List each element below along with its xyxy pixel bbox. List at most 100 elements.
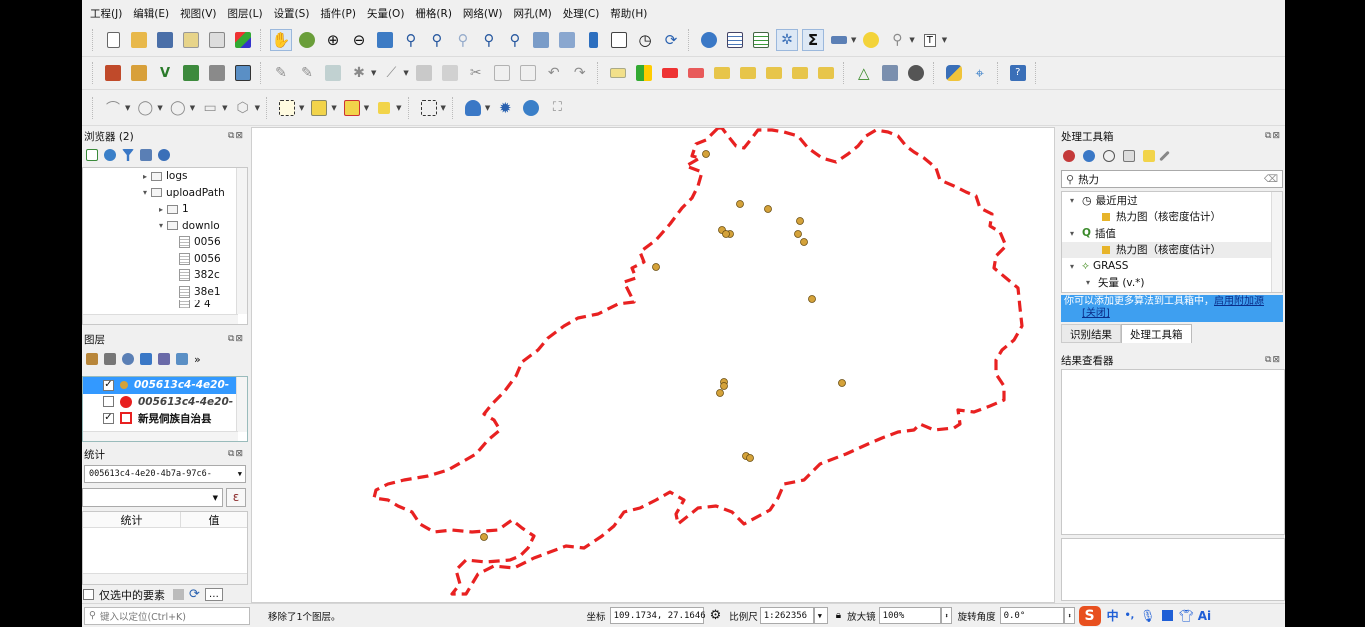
change-label-icon[interactable] [763, 62, 785, 84]
statistical-summary-icon[interactable]: Σ [802, 29, 824, 51]
results-viewer-icon[interactable] [1123, 150, 1135, 162]
models-icon[interactable] [1063, 150, 1075, 162]
options-wrench-icon[interactable] [1159, 150, 1170, 162]
field-calculator-icon[interactable] [750, 29, 772, 51]
refresh-icon[interactable]: ⟳ [660, 29, 682, 51]
more-icon[interactable]: » [194, 353, 206, 366]
style-manager-icon[interactable] [232, 29, 254, 51]
menu-layer[interactable]: 图层(L) [228, 6, 263, 21]
dock-float-close-icon[interactable]: ⧉⊠ [1265, 355, 1281, 365]
tree-algorithm[interactable]: 热力图（核密度估计） [1062, 241, 1282, 258]
new-project-icon[interactable] [102, 29, 124, 51]
layers-hscrollbar[interactable] [83, 431, 238, 441]
zoom-selection-icon[interactable]: ⚲ [400, 29, 422, 51]
shape-ellipse-icon[interactable]: ◯ [167, 97, 189, 119]
help-icon[interactable]: ? [1007, 62, 1029, 84]
layer-visibility-checkbox[interactable] [103, 396, 114, 408]
select-location-icon[interactable] [373, 97, 395, 119]
manage-map-themes-icon[interactable] [122, 353, 134, 365]
add-vertex-icon[interactable]: V [154, 62, 176, 84]
rotation-input[interactable]: 0.0° [999, 607, 1064, 624]
scale-dropdown[interactable]: ▼ [813, 607, 828, 624]
pin-labels-icon[interactable] [659, 62, 681, 84]
toggle-extents-icon[interactable]: ⚙ [710, 608, 722, 623]
more-options-button[interactable]: … [204, 588, 223, 601]
zoom-last-icon[interactable]: ⚲ [478, 29, 500, 51]
stats-field-select[interactable]: ▼ [82, 488, 223, 507]
menu-help[interactable]: 帮助(H) [610, 6, 647, 21]
add-group-icon[interactable] [104, 353, 116, 365]
annotation-icon[interactable] [418, 97, 440, 119]
selected-only-checkbox[interactable] [83, 589, 94, 600]
ime-keyboard-icon[interactable] [1161, 610, 1173, 621]
vertex-tool-icon[interactable]: ⟋ [380, 62, 402, 84]
menu-project[interactable]: 工程(J) [90, 6, 122, 21]
text-annotation-icon[interactable]: T [919, 29, 941, 51]
close-notice-link[interactable]: [关闭] [1082, 308, 1110, 319]
menu-mesh[interactable]: 网孔(M) [514, 6, 552, 21]
highlight-pinned-icon[interactable] [685, 62, 707, 84]
stats-hscrollbar[interactable] [83, 573, 247, 584]
tree-group-vector[interactable]: ▾ 矢量 (v.*) [1062, 275, 1282, 292]
map-tips-icon[interactable] [860, 29, 882, 51]
menu-settings[interactable]: 设置(S) [274, 6, 310, 21]
python-console-icon[interactable] [943, 62, 965, 84]
tree-item[interactable]: 2 4 [83, 300, 247, 308]
filter-icon[interactable] [122, 149, 134, 161]
locator-icon[interactable]: ⚲ [886, 29, 908, 51]
dock-float-close-icon[interactable]: ⧉⊠ [228, 131, 244, 141]
modify-attributes-icon[interactable] [413, 62, 435, 84]
move-label-icon[interactable] [711, 62, 733, 84]
tree-item[interactable]: 0056 [83, 234, 247, 251]
attribute-table-icon[interactable] [724, 29, 746, 51]
scale-input[interactable]: 1:262356 [759, 607, 814, 624]
zoom-out-icon[interactable]: ⊖ [348, 29, 370, 51]
open-project-icon[interactable] [128, 29, 150, 51]
rotate-label-icon[interactable] [737, 62, 759, 84]
layer-visibility-checkbox[interactable]: ✓ [103, 412, 114, 424]
expression-button[interactable]: ε [226, 488, 246, 507]
plugin-icon[interactable] [905, 62, 927, 84]
tab-identify-results[interactable]: 识别结果 [1061, 324, 1121, 343]
show-hide-labels-icon[interactable] [789, 62, 811, 84]
redo-icon[interactable]: ↷ [569, 62, 591, 84]
new-3d-view-icon[interactable] [556, 29, 578, 51]
label-settings-icon[interactable] [633, 62, 655, 84]
tree-item[interactable]: 38e1 [83, 284, 247, 301]
map-point-feature[interactable] [746, 454, 754, 462]
ime-ai-icon[interactable]: Ai [1198, 609, 1211, 623]
map-point-feature[interactable] [480, 533, 488, 541]
delete-selected-icon[interactable] [439, 62, 461, 84]
map-point-feature[interactable] [736, 200, 744, 208]
tree-algorithm[interactable]: 热力图（核密度估计） [1062, 209, 1282, 226]
scripts-icon[interactable] [1083, 150, 1095, 162]
tree-item[interactable]: ▾ uploadPath [83, 185, 247, 202]
menu-web[interactable]: 网络(W) [463, 6, 503, 21]
shape-rectangle-icon[interactable]: ▭ [199, 97, 221, 119]
deselect-all-icon[interactable] [341, 97, 363, 119]
add-vector-icon[interactable] [128, 62, 150, 84]
map-point-feature[interactable] [722, 230, 730, 238]
map-canvas[interactable] [251, 127, 1055, 603]
style-icon[interactable] [86, 353, 98, 365]
new-print-layout-icon[interactable] [180, 29, 202, 51]
history-icon[interactable] [1103, 150, 1115, 162]
stats-layer-select[interactable]: 005613c4-4e20-4b7a-97c6- ▼ [84, 465, 246, 483]
enable-plugins-link[interactable]: 启用附加源 [1214, 296, 1264, 307]
menu-edit[interactable]: 编辑(E) [133, 6, 169, 21]
toolbox-search-input[interactable]: ⚲ 热力 ⌫ [1061, 170, 1283, 188]
select-features-icon[interactable] [276, 97, 298, 119]
georeferencer-icon[interactable] [879, 62, 901, 84]
map-point-feature[interactable] [796, 217, 804, 225]
ime-voice-icon[interactable]: 🎙︎ [1140, 609, 1155, 623]
tree-item[interactable]: 0056 [83, 251, 247, 268]
layer-styling-icon[interactable] [462, 97, 484, 119]
tab-processing-toolbox[interactable]: 处理工具箱 [1121, 324, 1192, 343]
map-point-feature[interactable] [808, 295, 816, 303]
browser-hscrollbar[interactable] [83, 314, 238, 324]
menu-plugins[interactable]: 插件(P) [320, 6, 356, 21]
tree-item[interactable]: ▸ 1 [83, 201, 247, 218]
coordinate-capture-icon[interactable]: ⌖ [969, 62, 991, 84]
bookmark-icon[interactable] [582, 29, 604, 51]
filter-legend-icon[interactable] [140, 353, 152, 365]
